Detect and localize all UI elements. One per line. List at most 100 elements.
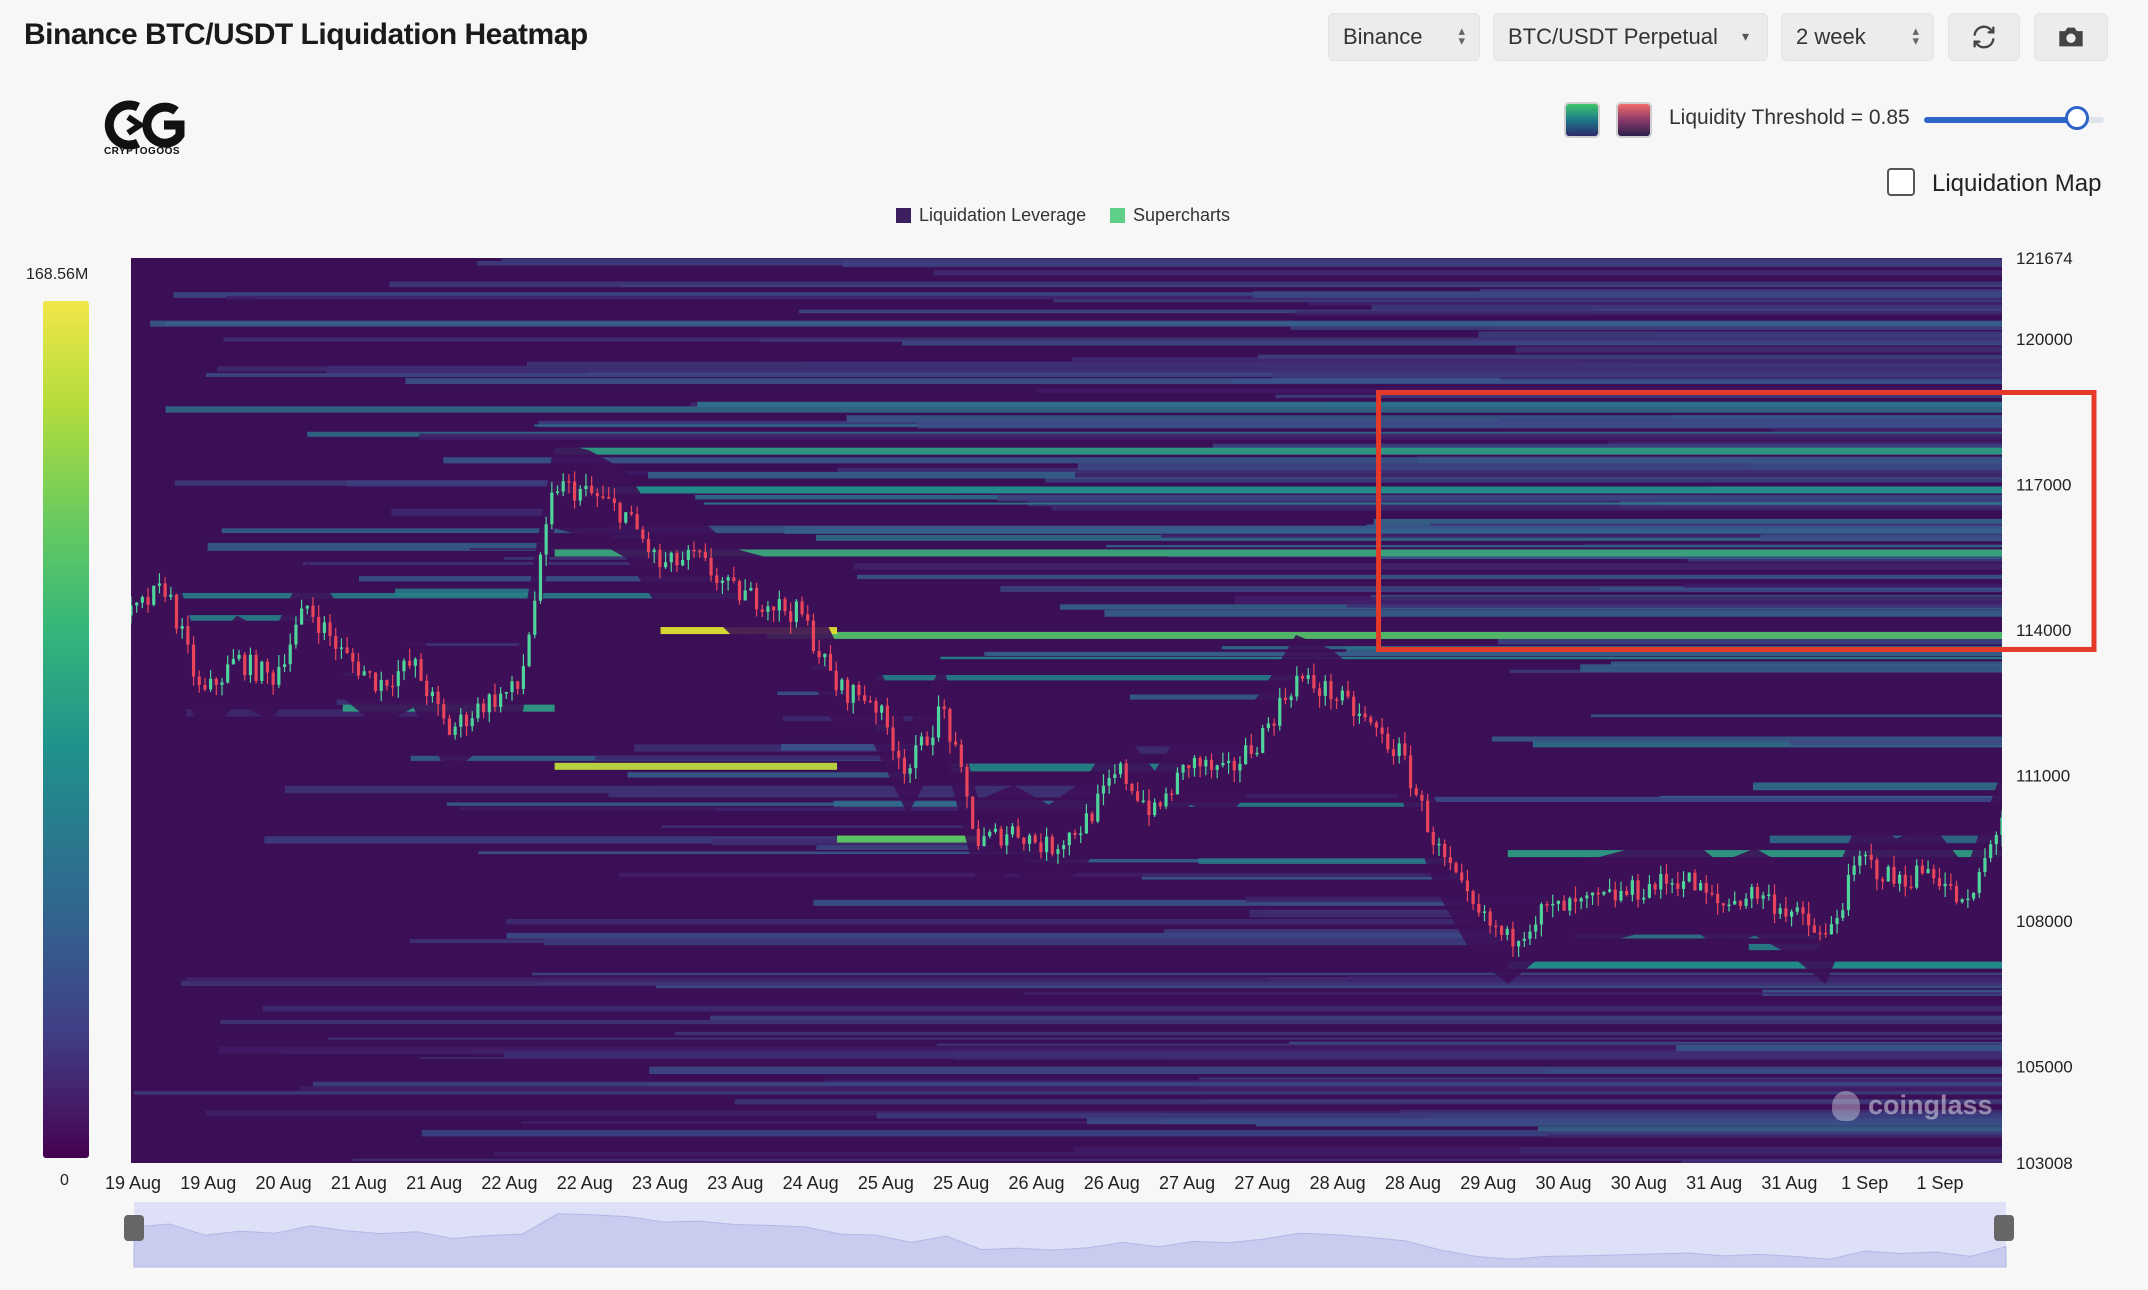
screenshot-button[interactable] <box>2034 13 2108 61</box>
candle-body <box>1915 865 1919 888</box>
liquidation-map-checkbox[interactable] <box>1887 168 1915 196</box>
candle-body <box>1460 872 1464 881</box>
candle-body <box>402 660 406 672</box>
candle-body <box>612 498 616 503</box>
heat-band <box>262 1005 2002 1012</box>
chart-legend: Liquidation Leverage Supercharts <box>0 205 2148 235</box>
candle-body <box>1556 900 1561 904</box>
candle-body <box>635 514 639 530</box>
candle-body <box>902 757 907 774</box>
candle-body <box>607 496 611 499</box>
candle-body <box>163 583 167 597</box>
color-scheme-green-button[interactable] <box>1564 102 1600 138</box>
candle-body <box>203 684 207 690</box>
candle-body <box>794 601 798 622</box>
candle-body <box>1989 844 1993 859</box>
heat-band <box>328 1037 2002 1040</box>
candle-body <box>806 614 810 621</box>
exchange-select[interactable]: Binance ▴ ▾ <box>1328 13 1480 61</box>
liquidation-map-label: Liquidation Map <box>1932 170 2102 197</box>
x-tick-label: 25 Aug <box>858 1173 914 1193</box>
heat-band <box>1537 1126 2002 1132</box>
candle-body <box>504 692 508 694</box>
candle-body <box>681 560 685 566</box>
threshold-slider[interactable] <box>1924 106 2104 130</box>
candle-body <box>1608 889 1612 892</box>
candle-body <box>1067 832 1071 846</box>
candle-body <box>464 714 469 727</box>
candle-body <box>590 485 594 494</box>
candle-body <box>760 609 764 612</box>
heat-band-bright <box>554 486 2002 494</box>
color-scheme-red-button[interactable] <box>1616 102 1652 138</box>
candle-body <box>1255 752 1259 755</box>
candle-body <box>646 538 651 553</box>
candle-body <box>885 705 889 728</box>
candle-body <box>601 496 605 498</box>
heat-band <box>1164 929 1500 935</box>
candle-body <box>294 624 298 645</box>
pair-select[interactable]: BTC/USDT Perpetual ▾ <box>1493 13 1768 61</box>
candle-body <box>1869 854 1873 860</box>
candle-body <box>1266 723 1270 729</box>
refresh-button[interactable] <box>1948 13 2020 61</box>
candle-body <box>629 512 634 515</box>
heatmap-chart[interactable]: 121674 120000 117000 114000 111000 108000 1050… <box>0 240 2148 1280</box>
heat-band <box>217 366 2002 372</box>
camera-icon <box>2059 27 2083 47</box>
candle-body <box>231 658 235 665</box>
candle-body <box>481 703 486 713</box>
candle-body <box>1647 884 1652 898</box>
y-tick-label: 105000 <box>2016 1057 2073 1076</box>
heat-band <box>661 825 998 828</box>
candle-body <box>1204 759 1208 767</box>
candle-body <box>999 828 1003 846</box>
candle-body <box>419 659 423 681</box>
candle-body <box>845 679 850 703</box>
threshold-slider-thumb[interactable] <box>2065 106 2089 130</box>
candle-body <box>1619 890 1623 901</box>
candle-body <box>1226 760 1231 763</box>
candle-body <box>931 737 935 746</box>
navigator-right-handle[interactable] <box>1994 1215 2014 1241</box>
candle-body <box>1528 931 1532 939</box>
candle-body <box>1812 925 1816 933</box>
legend-item-liquidation-leverage[interactable]: Liquidation Leverage <box>896 205 1086 226</box>
x-tick-label: 1 Sep <box>1841 1173 1888 1193</box>
heat-band <box>997 495 2002 502</box>
candle-body <box>1653 884 1657 890</box>
heat-band <box>302 561 656 566</box>
candle-body <box>663 562 668 568</box>
heat-band <box>478 851 1044 855</box>
heat-band <box>1074 472 2002 478</box>
candle-body <box>1357 713 1361 716</box>
heat-band <box>1198 858 1446 865</box>
y-tick-label: 121674 <box>2016 249 2073 268</box>
exchange-select-value: Binance <box>1343 24 1423 49</box>
candle-body <box>470 718 474 727</box>
candle-body <box>1403 743 1407 756</box>
candle-body <box>1198 757 1202 767</box>
candle-body <box>1625 890 1629 895</box>
legend-label: Liquidation Leverage <box>919 205 1087 225</box>
candle-body <box>317 616 321 633</box>
candle-body <box>914 745 918 769</box>
candle-body <box>1710 892 1714 895</box>
candle-body <box>1772 894 1777 914</box>
navigator-left-handle[interactable] <box>124 1215 144 1241</box>
range-select[interactable]: 2 week ▴ ▾ <box>1781 13 1934 61</box>
legend-item-supercharts[interactable]: Supercharts <box>1110 205 1230 226</box>
y-tick-label: 108000 <box>2016 912 2073 931</box>
candle-body <box>1306 675 1310 679</box>
heat-band <box>940 656 2002 660</box>
candle-body <box>436 691 440 705</box>
heat-band <box>419 1056 2002 1060</box>
candle-body <box>1778 908 1782 914</box>
candle-body <box>1738 900 1743 906</box>
heat-band <box>220 1019 2002 1025</box>
candle-body <box>942 706 946 709</box>
heat-band <box>816 845 993 850</box>
heat-band <box>1234 596 2002 604</box>
candle-body <box>1863 854 1868 857</box>
candle-body <box>544 524 548 555</box>
